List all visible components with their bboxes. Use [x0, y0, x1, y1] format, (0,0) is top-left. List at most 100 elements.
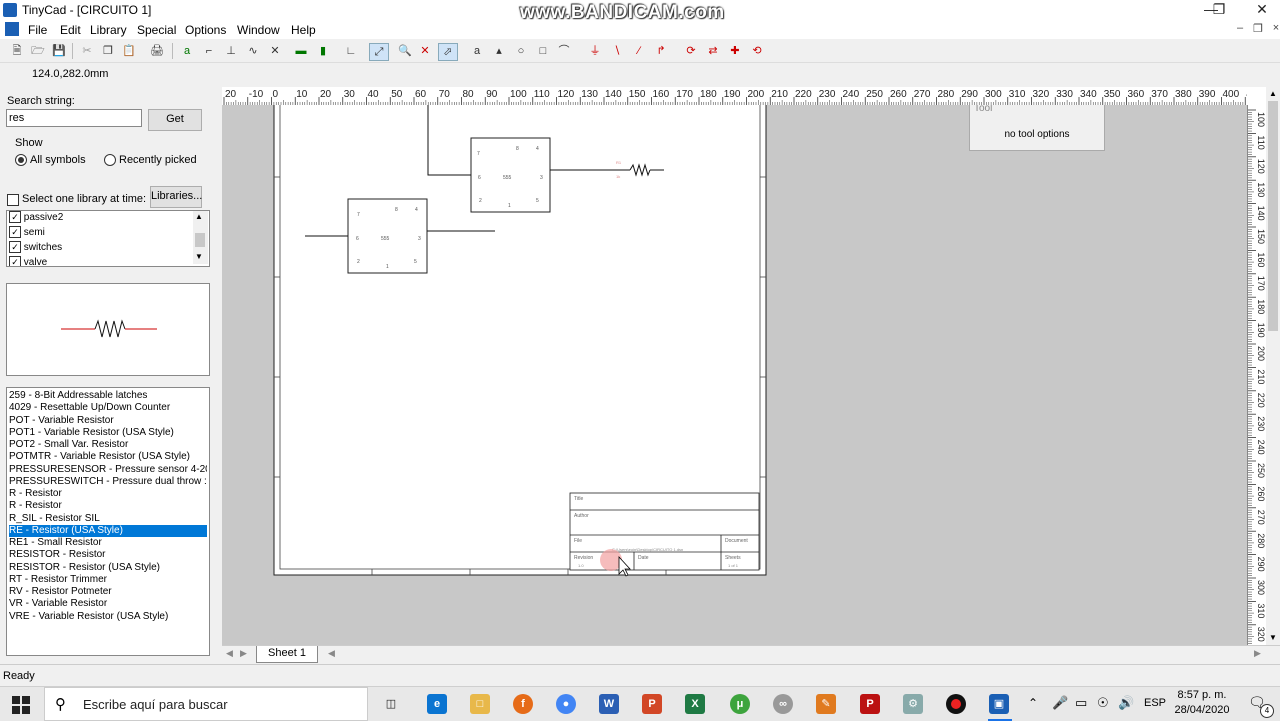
task-view-icon[interactable]: ◫ — [381, 694, 401, 714]
symbol-list-item[interactable]: R - Resistor — [9, 488, 207, 500]
rectangle-icon[interactable]: □ — [534, 43, 552, 59]
close-icon[interactable]: ✕ — [1239, 0, 1280, 20]
rotate-icon[interactable]: ⟳ — [682, 43, 700, 59]
vertical-scrollbar[interactable]: ▲ ▼ — [1266, 87, 1280, 645]
paste-icon[interactable]: 📋 — [120, 43, 138, 59]
tab-next-icon[interactable]: ▶ — [240, 648, 247, 659]
powerpoint-icon[interactable]: P — [642, 694, 662, 714]
menu-window[interactable]: Window — [237, 23, 280, 37]
symbol-list-item[interactable]: RESISTOR - Resistor (USA Style) — [9, 562, 207, 574]
arduino-icon[interactable]: ∞ — [773, 694, 793, 714]
drawing-canvas[interactable]: 7 8 4 6 555 3 2 1 5 7 8 4 6 555 3 2 1 5 — [222, 105, 1247, 645]
clock-date[interactable]: 28/04/2020 — [1172, 704, 1232, 716]
microphone-icon[interactable]: 🎤 — [1052, 695, 1068, 711]
new-file-icon[interactable]: 🗎 — [8, 43, 26, 59]
edge-icon[interactable]: e — [427, 694, 447, 714]
symbol-list-item[interactable]: 259 - 8-Bit Addressable latches — [9, 390, 207, 402]
add-label-icon[interactable]: a — [178, 43, 196, 59]
scroll-down-icon[interactable]: ▼ — [195, 252, 203, 261]
utorrent-icon[interactable]: μ — [730, 694, 750, 714]
symbol-list-item[interactable]: 4029 - Resettable Up/Down Counter — [9, 402, 207, 414]
language-indicator[interactable]: ESP — [1144, 697, 1166, 709]
tab-sheet-1[interactable]: Sheet 1 — [256, 646, 318, 663]
menu-file[interactable]: File — [28, 23, 47, 37]
zoom-icon[interactable]: 🔍 — [396, 43, 414, 59]
symbol-list-item[interactable]: RE1 - Small Resistor — [9, 537, 207, 549]
file-explorer-icon[interactable]: □ — [470, 694, 490, 714]
scroll-down-icon[interactable]: ▼ — [1269, 633, 1277, 642]
junction-icon[interactable]: ⊥ — [222, 43, 240, 59]
tool-app-icon[interactable]: ⚙ — [903, 694, 923, 714]
wire-icon[interactable]: ⌐ — [200, 43, 218, 59]
symbol-list-item[interactable]: RV - Resistor Potmeter — [9, 586, 207, 598]
symbol-list-item[interactable]: RESISTOR - Resistor — [9, 549, 207, 561]
all-symbols-radio[interactable] — [15, 154, 27, 166]
menu-help[interactable]: Help — [291, 23, 316, 37]
symbol-list-item[interactable]: POT - Variable Resistor — [9, 415, 207, 427]
circle-icon[interactable]: ○ — [512, 43, 530, 59]
symbol-list-item[interactable]: POT2 - Small Var. Resistor — [9, 439, 207, 451]
library-item[interactable]: ✓ semi — [9, 226, 45, 240]
delete-icon[interactable]: ✕ — [416, 43, 434, 59]
symbol-list-item[interactable]: PRESSURESWITCH - Pressure dual throw : — [9, 476, 207, 488]
get-button[interactable]: Get — [148, 109, 202, 131]
wifi-icon[interactable]: ☉ — [1097, 695, 1109, 711]
scroll-up-icon[interactable]: ▲ — [1269, 89, 1277, 98]
refresh-icon[interactable]: ⟲ — [748, 43, 766, 59]
mirror-icon[interactable]: ⇄ — [704, 43, 722, 59]
hscroll-right-icon[interactable]: ▶ — [1254, 648, 1261, 659]
symbol-list-item[interactable]: R_SIL - Resistor SIL — [9, 513, 207, 525]
tinycad-taskbar-icon[interactable]: ▣ — [989, 694, 1009, 714]
document-icon[interactable] — [5, 22, 19, 36]
library-item[interactable]: ✓ passive2 — [9, 211, 63, 225]
symbol-list-item[interactable]: RE - Resistor (USA Style) — [9, 524, 207, 537]
word-icon[interactable]: W — [599, 694, 619, 714]
bandicam-record-icon[interactable] — [946, 694, 966, 714]
menu-options[interactable]: Options — [185, 23, 226, 37]
pickit-icon[interactable]: P — [860, 694, 880, 714]
ground-icon[interactable]: ⏚ — [586, 43, 604, 59]
cut-icon[interactable]: ✂ — [78, 43, 96, 59]
move-icon[interactable]: ✚ — [726, 43, 744, 59]
scroll-up-icon[interactable]: ▲ — [195, 212, 203, 221]
vertical-scroll-thumb[interactable] — [1268, 101, 1278, 331]
search-input[interactable] — [6, 109, 142, 127]
one-library-checkbox[interactable] — [7, 194, 19, 206]
chrome-icon[interactable]: ● — [556, 694, 576, 714]
symbol-list-item[interactable]: POT1 - Variable Resistor (USA Style) — [9, 427, 207, 439]
windows-start-icon[interactable] — [12, 696, 30, 714]
library-item[interactable]: ✓ valve — [9, 256, 47, 266]
mdi-restore-icon[interactable]: ❐ — [1248, 22, 1268, 35]
mdi-close-icon[interactable]: × — [1266, 22, 1280, 34]
no-connect-icon[interactable]: ✕ — [266, 43, 284, 59]
select-area-icon[interactable]: ⤢ — [369, 43, 389, 61]
library-item[interactable]: ✓ switches — [9, 241, 62, 255]
open-folder-icon[interactable]: 🗁 — [29, 43, 47, 59]
symbol-list-item[interactable]: VR - Variable Resistor — [9, 598, 207, 610]
menu-library[interactable]: Library — [90, 23, 127, 37]
symbol-list[interactable]: 259 - 8-Bit Addressable latches 4029 - Re… — [6, 387, 210, 656]
tab-prev-icon[interactable]: ◀ — [226, 648, 233, 659]
mdi-minimize-icon[interactable]: – — [1230, 22, 1250, 34]
pointer-icon[interactable]: ⬀ — [438, 43, 458, 61]
save-icon[interactable]: 💾 — [50, 43, 68, 59]
bent-wire-icon[interactable]: ↱ — [652, 43, 670, 59]
text-icon[interactable]: a — [468, 43, 486, 59]
hscroll-left-icon[interactable]: ◀ — [328, 648, 335, 659]
power-icon[interactable]: ▬ — [292, 43, 310, 59]
symbol-list-item[interactable]: R - Resistor — [9, 500, 207, 512]
line-icon[interactable]: ∖ — [608, 43, 626, 59]
symbol-list-item[interactable]: VRE - Variable Resistor (USA Style) — [9, 611, 207, 623]
firefox-icon[interactable]: f — [513, 694, 533, 714]
clock-time[interactable]: 8:57 p. m. — [1172, 689, 1232, 701]
copy-icon[interactable]: ❐ — [99, 43, 117, 59]
volume-icon[interactable]: 🔊 — [1118, 695, 1134, 711]
maximize-restore-icon[interactable]: ❐ — [1196, 0, 1242, 20]
symbol-list-item[interactable]: RT - Resistor Trimmer — [9, 574, 207, 586]
diagonal-line-icon[interactable]: ∕ — [630, 43, 648, 59]
excel-icon[interactable]: X — [685, 694, 705, 714]
recently-picked-radio[interactable] — [104, 154, 116, 166]
symbol-list-item[interactable]: PRESSURESENSOR - Pressure sensor 4-20 — [9, 464, 207, 476]
menu-special[interactable]: Special — [137, 23, 176, 37]
component-icon[interactable]: ▮ — [314, 43, 332, 59]
